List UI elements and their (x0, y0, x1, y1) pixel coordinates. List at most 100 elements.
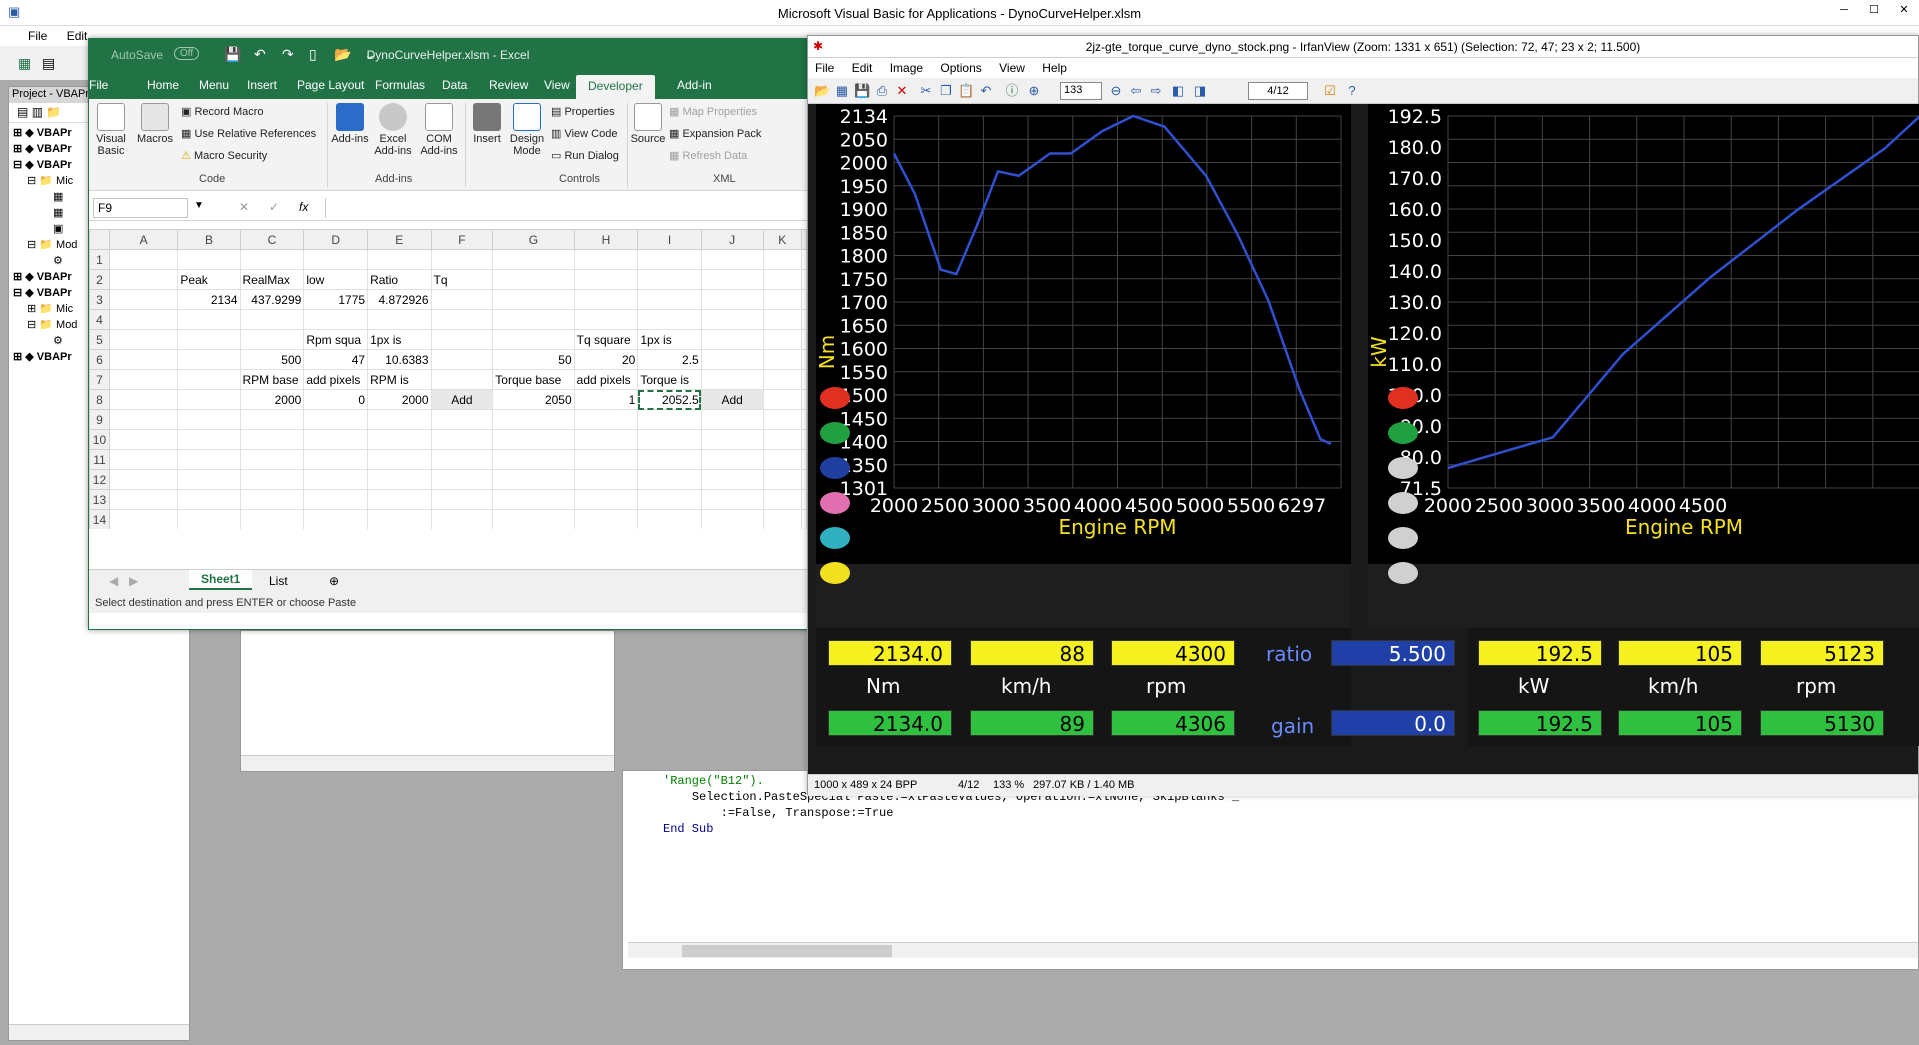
zoom-out-icon[interactable]: ⊖ (1108, 83, 1124, 99)
cell[interactable] (573, 269, 639, 290)
view-code-button[interactable]: ▥ View Code (551, 127, 617, 140)
cell[interactable] (367, 429, 432, 450)
cell[interactable]: add pixels (303, 369, 369, 390)
cell[interactable] (492, 329, 575, 350)
cell[interactable]: Torque base (492, 369, 575, 390)
irf-menu-options[interactable]: Options (933, 58, 988, 78)
cell[interactable] (700, 489, 764, 510)
design-mode-button[interactable]: Design Mode (507, 103, 547, 157)
column-header[interactable]: D (303, 229, 369, 250)
cell[interactable] (762, 409, 802, 430)
tab-view[interactable]: View (544, 78, 570, 92)
row-header[interactable]: 14 (89, 509, 110, 529)
column-header[interactable]: B (177, 229, 241, 250)
cell[interactable] (303, 489, 369, 510)
cell[interactable] (108, 449, 179, 470)
cell[interactable] (177, 449, 241, 470)
cell[interactable] (700, 429, 764, 450)
cell[interactable] (637, 309, 702, 330)
cell[interactable] (573, 309, 639, 330)
cell[interactable] (801, 249, 807, 270)
cell[interactable] (239, 329, 305, 350)
cell[interactable] (762, 349, 802, 370)
tab-home[interactable]: Home (147, 78, 179, 92)
cell[interactable] (108, 309, 179, 330)
irf-menu-file[interactable]: File (808, 58, 841, 78)
cell[interactable] (239, 249, 305, 270)
cell[interactable] (108, 469, 179, 490)
cut-icon[interactable]: ✂ (918, 83, 934, 99)
code-window[interactable]: 'Range("B12"). Selection.PasteSpecial Pa… (622, 770, 1919, 970)
image-canvas[interactable]: 2134 2050 2000 1950 1900 1850 1800 1750 1700 1650… (808, 104, 1919, 774)
cell[interactable] (492, 449, 575, 470)
cell[interactable]: 500 (239, 349, 305, 370)
cell[interactable] (303, 449, 369, 470)
cell[interactable]: Torque is (637, 369, 702, 390)
add-sheet-icon[interactable]: ⊕ (329, 574, 339, 588)
cell[interactable] (239, 429, 305, 450)
grey-marker-icon[interactable] (1388, 457, 1418, 479)
cell[interactable]: 4.872926 (367, 289, 432, 310)
cell[interactable] (801, 469, 807, 490)
save-icon[interactable]: 💾 (854, 83, 870, 99)
cell[interactable] (303, 469, 369, 490)
cell[interactable]: add pixels (573, 369, 639, 390)
cell[interactable] (108, 349, 179, 370)
cell[interactable] (637, 489, 702, 510)
cell[interactable] (637, 289, 702, 310)
cell[interactable] (177, 329, 241, 350)
row-header[interactable]: 13 (89, 489, 110, 510)
cell[interactable] (762, 449, 802, 470)
prev-image-icon[interactable]: ⇦ (1128, 83, 1144, 99)
info-icon[interactable]: ⓘ (1004, 83, 1020, 99)
row-header[interactable]: 1 (89, 249, 110, 270)
cell[interactable] (430, 349, 494, 370)
macros-button[interactable]: Macros (135, 103, 175, 145)
cell[interactable]: 437.9299 (239, 289, 305, 310)
cell[interactable] (108, 329, 179, 350)
pink-marker-icon[interactable] (820, 492, 850, 514)
fx-icon[interactable]: fx (299, 200, 308, 214)
tab-data[interactable]: Data (442, 78, 467, 92)
column-header[interactable]: K (762, 229, 802, 250)
cell[interactable]: 47 (303, 349, 369, 370)
cell[interactable] (430, 469, 494, 490)
slideshow-icon[interactable]: ▦ (834, 83, 850, 99)
add-torque-button[interactable]: Add (700, 389, 764, 410)
cancel-icon[interactable]: ✕ (239, 200, 249, 214)
excel-view-icon[interactable]: ▦ (18, 55, 31, 72)
close-icon[interactable]: ✕ (1889, 0, 1919, 20)
cell[interactable] (762, 469, 802, 490)
cell[interactable] (700, 369, 764, 390)
cell[interactable]: 0 (303, 389, 369, 410)
irf-menu-view[interactable]: View (992, 58, 1032, 78)
cell[interactable] (762, 249, 802, 270)
cell[interactable] (637, 429, 702, 450)
cell[interactable] (762, 289, 802, 310)
visual-basic-button[interactable]: Visual Basic (89, 103, 133, 157)
expansion-packs-button[interactable]: ▦ Expansion Pack (669, 127, 761, 140)
cell[interactable]: 2134 (177, 289, 241, 310)
view-object-icon[interactable]: ▥ (32, 105, 43, 119)
cell[interactable] (762, 269, 802, 290)
cell[interactable] (177, 369, 241, 390)
cell[interactable] (367, 249, 432, 270)
cell[interactable] (762, 309, 802, 330)
cell[interactable] (573, 509, 639, 529)
code-window-2-hscroll[interactable] (241, 755, 614, 771)
column-header[interactable]: J (700, 229, 764, 250)
cell[interactable] (637, 269, 702, 290)
cell[interactable] (700, 469, 764, 490)
cell[interactable] (801, 349, 807, 370)
cell[interactable] (637, 509, 702, 529)
cell[interactable] (573, 469, 639, 490)
cell[interactable] (492, 509, 575, 529)
irf-menu-help[interactable]: Help (1035, 58, 1074, 78)
cell[interactable] (700, 289, 764, 310)
cell[interactable] (367, 469, 432, 490)
cell[interactable] (637, 449, 702, 470)
grey-marker-icon[interactable] (1388, 527, 1418, 549)
cell[interactable]: 50 (492, 349, 575, 370)
vbe-menu-file[interactable]: File (20, 26, 55, 46)
cell[interactable]: 20 (573, 349, 639, 370)
